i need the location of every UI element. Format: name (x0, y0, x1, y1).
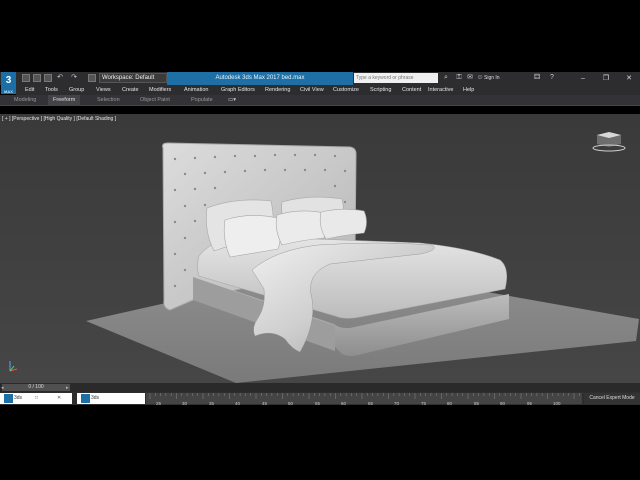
menu-create[interactable]: Create (122, 85, 139, 95)
close-icon[interactable]: ✕ (618, 72, 640, 85)
workspace-dropdown[interactable]: Workspace: Default (99, 73, 167, 83)
tick-label: 40 (235, 401, 241, 406)
menu-tools[interactable]: Tools (45, 85, 58, 95)
app-logo-button[interactable]: 3 MAX (1, 72, 16, 94)
tick-label: 35 (209, 401, 215, 406)
tick-label: 90 (500, 401, 506, 406)
tab-populate[interactable]: Populate (191, 95, 213, 105)
menu-modifiers[interactable]: Modifiers (149, 85, 171, 95)
time-next-icon[interactable]: ▸ (66, 385, 69, 391)
app-logo-sub: MAX (4, 89, 13, 94)
tick-label: 45 (262, 401, 268, 406)
tick-label: 70 (394, 401, 400, 406)
script-tab-1-label: 3ds (14, 395, 23, 401)
app-tab-icon (4, 394, 13, 403)
cancel-expert-mode-button[interactable]: Cancel Expert Mode (584, 393, 640, 404)
tick-label: 55 (315, 401, 321, 406)
undo-icon[interactable]: ↶ (56, 74, 64, 82)
tab-modeling[interactable]: Modeling (14, 95, 36, 105)
tick-label: 95 (527, 401, 533, 406)
tick-label: 50 (288, 401, 294, 406)
script-tab-2[interactable]: 3ds (77, 393, 145, 404)
frame-counter[interactable]: 0 / 100 (2, 384, 70, 391)
app-tab-icon (81, 394, 90, 403)
menu-bar: Edit Tools Group Views Create Modifiers … (16, 85, 640, 95)
menu-animation[interactable]: Animation (184, 85, 208, 95)
bed-scene (9, 132, 639, 383)
restore-icon[interactable]: ❐ (595, 72, 617, 85)
tick-label: 80 (447, 401, 453, 406)
exchange-icon[interactable]: ⚃ (533, 74, 541, 82)
search-input[interactable] (354, 73, 438, 83)
menu-content[interactable]: Content (402, 85, 421, 95)
open-file-icon[interactable] (33, 74, 41, 82)
script-tab-2-label: 3ds (91, 395, 100, 401)
user-icon[interactable]: ☺ (476, 74, 484, 82)
window-title: Autodesk 3ds Max 2017 bed.max (167, 72, 353, 85)
tab-selection[interactable]: Selection (97, 95, 120, 105)
tab-object-paint[interactable]: Object Paint (140, 95, 170, 105)
ribbon-options-icon[interactable]: ▭▾ (228, 95, 236, 105)
tick-label: 75 (421, 401, 427, 406)
subscription-icon[interactable]: ⚿ (455, 74, 463, 82)
tick-label: 100 (553, 401, 561, 406)
menu-edit[interactable]: Edit (25, 85, 34, 95)
app-logo-label: 3 (5, 75, 12, 86)
minimize-icon[interactable]: – (572, 72, 594, 85)
time-prev-icon[interactable]: ◂ (1, 385, 4, 391)
tick-label: 65 (368, 401, 374, 406)
menu-interactive[interactable]: Interactive (428, 85, 453, 95)
script-tab-1[interactable]: 3ds □ ✕ (0, 393, 72, 404)
sign-in-link[interactable]: Sign In (484, 72, 500, 85)
search-binoculars-icon[interactable]: ⌕ (442, 74, 450, 82)
menu-rendering[interactable]: Rendering (265, 85, 290, 95)
menu-scripting[interactable]: Scripting (370, 85, 391, 95)
help-icon[interactable]: ? (548, 74, 556, 82)
communication-icon[interactable]: ✉ (466, 74, 474, 82)
tick-label: 60 (341, 401, 347, 406)
menu-civil-view[interactable]: Civil View (300, 85, 324, 95)
ribbon-tab-bar: Modeling Freeform Selection Object Paint… (0, 95, 640, 106)
tick-label: 30 (182, 401, 188, 406)
perspective-viewport[interactable]: [ + ] [Perspective ] [High Quality ] [De… (0, 114, 640, 383)
maximize-icon[interactable]: □ (35, 393, 38, 404)
menu-help[interactable]: Help (463, 85, 474, 95)
save-file-icon[interactable] (44, 74, 52, 82)
time-slider-track[interactable] (0, 383, 640, 392)
tick-label: 85 (474, 401, 480, 406)
close-icon[interactable]: ✕ (57, 393, 61, 404)
tick-label: 25 (156, 401, 162, 406)
axis-gizmo (9, 361, 18, 372)
menu-customize[interactable]: Customize (333, 85, 359, 95)
menu-group[interactable]: Group (69, 85, 84, 95)
viewcube (592, 132, 626, 152)
project-folder-icon[interactable] (88, 74, 96, 82)
redo-icon[interactable]: ↷ (70, 74, 78, 82)
new-file-icon[interactable] (22, 74, 30, 82)
front-pillow-right (319, 208, 367, 240)
tab-freeform[interactable]: Freeform (48, 95, 81, 105)
menu-views[interactable]: Views (96, 85, 111, 95)
track-bar[interactable]: 25 30 35 40 45 50 55 60 65 70 75 80 85 9… (146, 393, 582, 406)
menu-graph-editors[interactable]: Graph Editors (221, 85, 255, 95)
